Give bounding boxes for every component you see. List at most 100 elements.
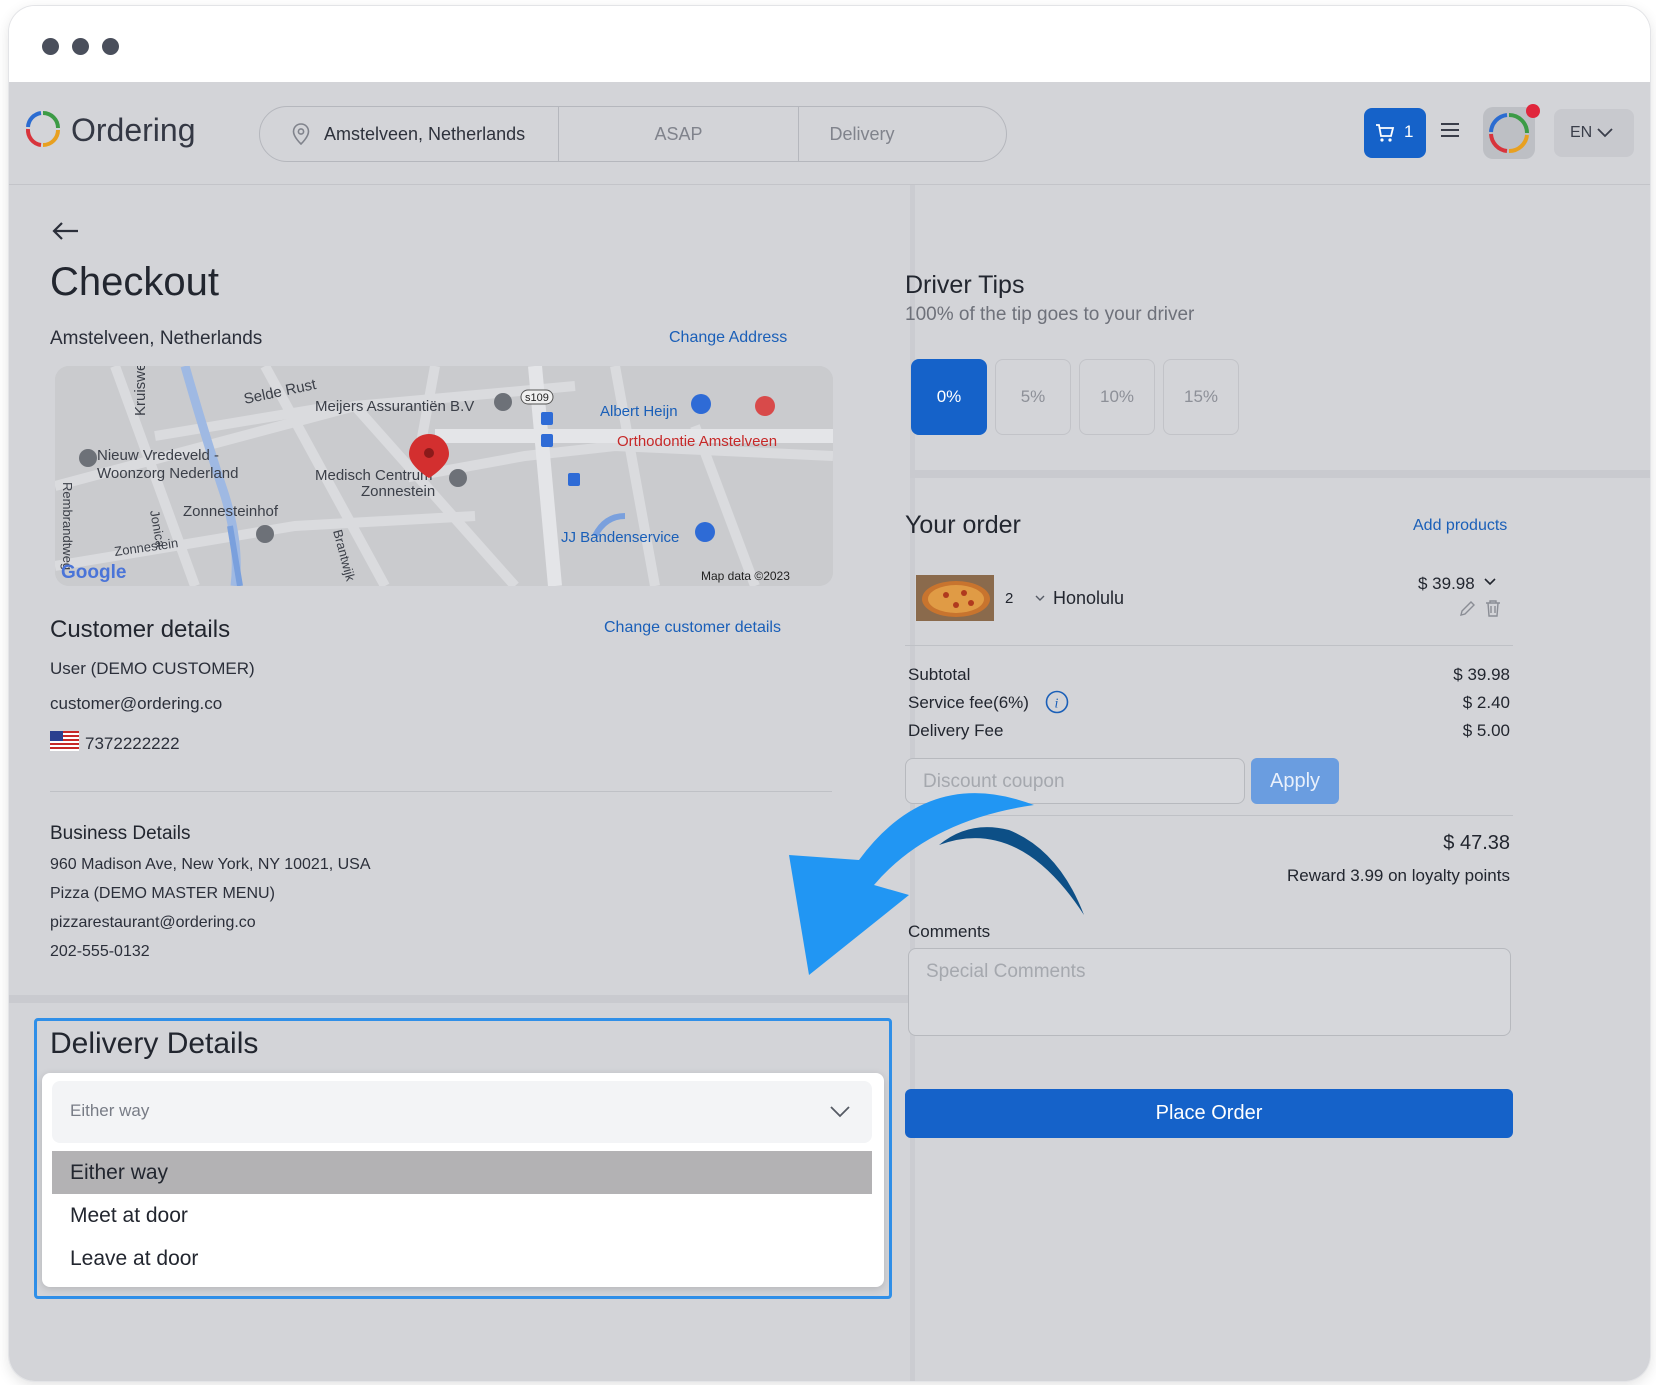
service-fee-label: Service fee(6%): [908, 693, 1029, 712]
order-context-bar: Amstelveen, Netherlands ASAP Delivery: [259, 106, 1007, 162]
customer-email: customer@ordering.co: [50, 694, 223, 713]
delivery-option-leave-at-door[interactable]: Leave at door: [52, 1237, 872, 1280]
map-copyright: Map data ©2023: [701, 569, 790, 583]
section-divider: [50, 791, 832, 792]
delivery-details-highlight: Delivery Details Either way Either way M…: [34, 1018, 892, 1299]
trash-icon[interactable]: [1485, 599, 1501, 617]
app-header: Ordering Amstelveen, Netherlands ASAP De…: [9, 82, 1650, 185]
apply-coupon-button[interactable]: Apply: [1251, 758, 1339, 804]
cart-button[interactable]: 1: [1364, 108, 1426, 158]
window-control-dot[interactable]: [102, 38, 119, 55]
business-phone: 202-555-0132: [50, 943, 150, 960]
section-divider: [905, 645, 1513, 646]
map-label: Woonzorg Nederland: [97, 465, 238, 482]
chevron-down-icon: [1597, 128, 1613, 138]
tip-option-15[interactable]: 15%: [1163, 359, 1239, 435]
quantity-chevron-icon[interactable]: [1035, 595, 1045, 602]
time-selector[interactable]: ASAP: [559, 107, 798, 161]
browser-window: Ordering Amstelveen, Netherlands ASAP De…: [9, 6, 1650, 1381]
service-fee-value: $ 2.40: [1462, 693, 1510, 712]
language-code: EN: [1570, 124, 1593, 141]
delivery-option-value: Either way: [70, 1101, 150, 1120]
location-pin-icon: [292, 123, 310, 145]
map-label: Medisch Centrum: [315, 467, 433, 484]
map-view[interactable]: Kruisweer Selde Rust Meijers Assurantiën…: [55, 366, 833, 586]
delivery-option-meet-at-door[interactable]: Meet at door: [52, 1194, 872, 1237]
your-order-title: Your order: [905, 511, 1021, 539]
tip-options: 0% 5% 10% 15%: [911, 285, 1251, 435]
delivery-fee-label: Delivery Fee: [908, 721, 1004, 740]
us-flag-icon: [50, 731, 79, 751]
business-details-title: Business Details: [50, 823, 191, 844]
order-type-selector[interactable]: Delivery: [799, 107, 925, 161]
business-name: Pizza (DEMO MASTER MENU): [50, 885, 275, 902]
item-name: Honolulu: [1053, 588, 1125, 608]
language-selector[interactable]: EN: [1554, 109, 1634, 157]
chevron-down-icon: [830, 1106, 850, 1118]
place-order-button[interactable]: Place Order: [905, 1089, 1513, 1138]
subtotal-value: $ 39.98: [1453, 665, 1510, 684]
delivery-fee-value: $ 5.00: [1462, 721, 1510, 740]
map-label: Rembrandtweg: [60, 482, 75, 570]
bus-stop-icon: [541, 434, 553, 447]
delivery-option-dropdown[interactable]: Either way Either way Meet at door Leave…: [42, 1073, 884, 1287]
location-selector[interactable]: Amstelveen, Netherlands: [260, 107, 558, 161]
location-text: Amstelveen, Netherlands: [324, 124, 526, 144]
window-control-dot[interactable]: [72, 38, 89, 55]
google-logo: Google: [61, 562, 126, 583]
map-label: JJ Bandenservice: [561, 529, 679, 546]
customer-name: User (DEMO CUSTOMER): [50, 659, 255, 678]
notification-dot: [1526, 104, 1540, 118]
item-price: $ 39.98: [1418, 574, 1475, 593]
poi-marker-icon: [79, 449, 97, 467]
delivery-option-select[interactable]: Either way: [52, 1081, 872, 1143]
bus-stop-icon: [541, 412, 553, 425]
chevron-down-icon[interactable]: [1484, 578, 1496, 586]
poi-marker-icon: [256, 525, 274, 543]
tip-option-5[interactable]: 5%: [995, 359, 1071, 435]
customer-details-title: Customer details: [50, 616, 231, 643]
add-products-link[interactable]: Add products: [1413, 517, 1507, 535]
shop-marker-icon: [691, 394, 711, 414]
annotation-arrow-icon: [789, 793, 1084, 975]
poi-marker-icon: [494, 393, 512, 411]
info-icon[interactable]: i: [1045, 690, 1069, 714]
map-label: Albert Heijn: [600, 403, 678, 420]
poi-marker-icon: [449, 469, 467, 487]
map-label: Orthodontie Amstelveen: [617, 433, 777, 450]
menu-icon[interactable]: [1441, 122, 1459, 138]
delivery-address: Amstelveen, Netherlands: [50, 328, 263, 349]
change-address-link[interactable]: Change Address: [669, 329, 787, 347]
customer-phone: 7372222222: [85, 734, 180, 753]
cart-count: 1: [1404, 122, 1414, 141]
window-titlebar: [9, 6, 1650, 82]
logo-icon: [25, 111, 60, 147]
app-page: Ordering Amstelveen, Netherlands ASAP De…: [9, 82, 1650, 1381]
map-label: Nieuw Vredeveld -: [97, 447, 219, 464]
change-customer-details-link[interactable]: Change customer details: [604, 619, 781, 637]
svg-text:i: i: [1055, 697, 1059, 712]
map-label: s109: [525, 392, 549, 404]
checkout-left-column: Checkout Amstelveen, Netherlands Change …: [9, 185, 910, 1381]
item-quantity[interactable]: 2: [1005, 590, 1013, 607]
delivery-details-title: Delivery Details: [50, 1027, 259, 1060]
back-arrow-icon[interactable]: [51, 221, 79, 241]
logo-text[interactable]: Ordering: [71, 112, 196, 149]
tip-option-0[interactable]: 0%: [911, 359, 987, 435]
map-label: Zonnesteinhof: [183, 503, 279, 520]
window-control-dot[interactable]: [42, 38, 59, 55]
map-label: Kruisweer: [132, 366, 149, 416]
total-value: $ 47.38: [1443, 832, 1510, 854]
shop-marker-icon: [695, 522, 715, 542]
tip-option-10[interactable]: 10%: [1079, 359, 1155, 435]
avatar-logo-icon: [1489, 113, 1529, 154]
section-separator-band: [9, 995, 910, 1003]
map-label: Meijers Assurantiën B.V: [315, 398, 474, 415]
edit-icon[interactable]: [1459, 599, 1477, 617]
business-address: 960 Madison Ave, New York, NY 10021, USA: [50, 856, 371, 873]
delivery-option-either-way[interactable]: Either way: [52, 1151, 872, 1194]
section-separator-band: [910, 470, 1650, 478]
cart-icon: [1376, 124, 1395, 142]
product-thumbnail: [916, 575, 994, 621]
subtotal-label: Subtotal: [908, 665, 971, 684]
